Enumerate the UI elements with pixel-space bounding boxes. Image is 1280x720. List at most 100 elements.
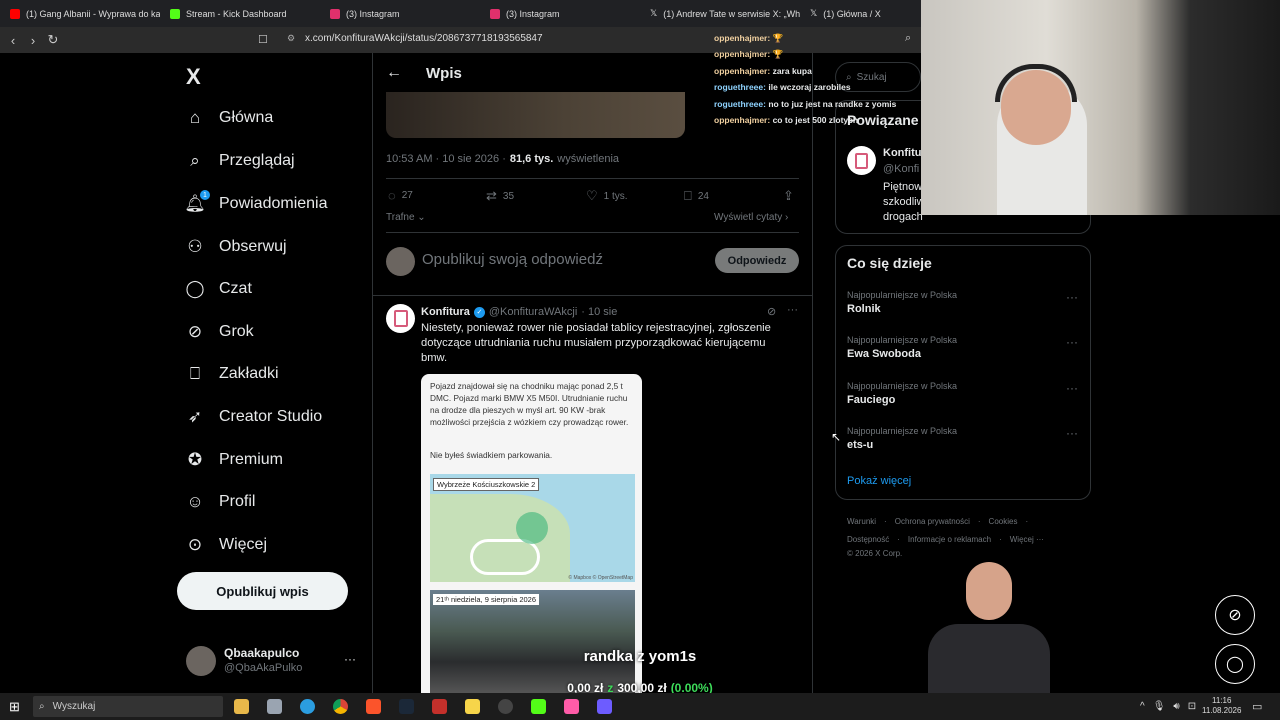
chat-text: 🏆 [772, 33, 784, 43]
chat-float-icon[interactable]: ◯ [1215, 644, 1255, 684]
footer-link[interactable]: Warunki [847, 517, 876, 526]
sort-dropdown[interactable]: Trafne ⌄ [386, 212, 426, 223]
trend-item[interactable]: Najpopularniejsze w Polska Rolnik [847, 290, 957, 315]
footer-link[interactable]: Ochrona prywatności [895, 517, 970, 526]
avatar[interactable] [386, 304, 415, 333]
chat-text: zara kupa [772, 65, 812, 76]
reply-action[interactable]: ◌ 27 [388, 188, 413, 203]
avatar[interactable] [186, 646, 216, 676]
forward-icon[interactable]: › [23, 33, 43, 48]
repost-action[interactable]: ⇄ 35 [486, 188, 514, 204]
app-icon[interactable] [465, 699, 480, 714]
account-menu-icon[interactable]: ··· [344, 652, 356, 666]
x-logo-icon: 𝕏 [650, 8, 658, 18]
tab-label: (3) Instagram [346, 8, 400, 19]
trend-item[interactable]: Najpopularniejsze w Polska Fauciego [847, 381, 957, 406]
chevron-up-icon[interactable]: ^ [1140, 701, 1145, 712]
related-name[interactable]: Konfitu [883, 147, 921, 159]
system-tray[interactable]: ^ 🎙︎ 🔊︎ ⊡ [1140, 701, 1196, 712]
browser-tab[interactable]: Stream - Kick Dashboard [160, 0, 320, 27]
post-meta: 10:53 AM · 10 sie 2026 · 81,6 tys. wyświ… [386, 153, 619, 165]
nav-label: Grok [219, 323, 254, 340]
show-more-link[interactable]: Pokaż więcej [847, 475, 911, 487]
nav-item-notifications[interactable]: 🔔︎ 1 Powiadomienia [184, 190, 328, 214]
chrome-icon[interactable] [333, 699, 348, 714]
app-icon[interactable] [597, 699, 612, 714]
browser-tab[interactable]: (3) Instagram [480, 0, 640, 27]
footer-links: Warunki · Ochrona prywatności · Cookies · [847, 517, 1028, 526]
reply-button[interactable]: Odpowiedz [715, 248, 799, 273]
site-info-icon[interactable]: ⚙ [287, 33, 295, 44]
chat-icon: ◯ [185, 279, 205, 298]
reload-icon[interactable]: ↻ [43, 32, 63, 48]
zoom-icon[interactable]: ⌕ [905, 32, 911, 45]
grok-float-icon[interactable]: ⊘ [1215, 595, 1255, 635]
trend-more-icon[interactable]: ··· [1066, 426, 1078, 440]
edge-icon[interactable] [300, 699, 315, 714]
nav-item-creator-studio[interactable]: ➶ Creator Studio [185, 407, 322, 427]
nav-item-explore[interactable]: ⌕ Przeglądaj [185, 151, 294, 171]
document-icon [393, 310, 408, 327]
app-icon[interactable] [564, 699, 579, 714]
browser-tab[interactable]: 𝕏 (1) Andrew Tate w serwisie X: „Why [640, 0, 800, 27]
brave-icon[interactable] [366, 699, 381, 714]
browser-tab[interactable]: (3) Instagram [320, 0, 480, 27]
trend-item[interactable]: Najpopularniejsze w Polska ets-u [847, 426, 957, 451]
kick-icon[interactable] [531, 699, 546, 714]
volume-icon[interactable]: 🔊︎ [1173, 701, 1179, 712]
more-options-icon[interactable]: ··· [787, 304, 798, 316]
nav-item-grok[interactable]: ⊘ Grok [185, 322, 254, 342]
nav-item-premium[interactable]: ✪ Premium [185, 450, 283, 470]
reply-input[interactable]: Opublikuj swoją odpowiedź [422, 251, 603, 268]
post-button[interactable]: Opublikuj wpis [177, 572, 348, 610]
post-image[interactable] [386, 92, 685, 138]
related-handle: @Konfi [883, 163, 920, 175]
trend-more-icon[interactable]: ··· [1066, 290, 1078, 304]
taskbar-search[interactable]: ⌕ Wyszukaj [33, 696, 223, 717]
app-icon[interactable] [432, 699, 447, 714]
nav-item-bookmarks[interactable]: ⎕ Zakładki [185, 364, 279, 384]
avatar[interactable] [847, 146, 876, 175]
nav-item-profile[interactable]: ☺ Profil [185, 492, 255, 512]
nav-item-home[interactable]: ⌂ Główna [185, 108, 273, 128]
bookmark-icon: ⎕ [189, 364, 201, 383]
browser-tab[interactable]: (1) Gang Albanii - Wyprawa do kas [0, 0, 160, 27]
street-photo: 21ᵗʰ niedziela, 9 sierpnia 2026 [430, 590, 635, 693]
bookmark-page-icon[interactable]: ☐ [258, 33, 268, 46]
trend-item[interactable]: Najpopularniejsze w Polska Ewa Swoboda [847, 335, 957, 360]
back-arrow-icon[interactable]: ← [386, 64, 402, 82]
document-text: Pojazd znajdował się na chodniku mając p… [430, 381, 629, 427]
footer-link[interactable]: Cookies [989, 517, 1018, 526]
nav-item-chat[interactable]: ◯ Czat [185, 279, 251, 299]
author-name[interactable]: Konfitura [421, 306, 470, 318]
clock-time: 11:16 [1212, 696, 1232, 705]
trend-more-icon[interactable]: ··· [1066, 335, 1078, 349]
tab-label: (1) Andrew Tate w serwisie X: „Why [663, 8, 800, 19]
footer-link[interactable]: Informacje o reklamach [908, 535, 991, 544]
windows-start-icon[interactable]: ⊞ [9, 699, 20, 715]
url-field[interactable]: x.com/KonfituraWAkcji/status/20867377181… [305, 33, 543, 44]
footer-link[interactable]: Więcej ··· [1010, 535, 1044, 544]
file-explorer-icon[interactable] [234, 699, 249, 714]
share-action[interactable]: ⇪ [783, 188, 794, 204]
trend-more-icon[interactable]: ··· [1066, 381, 1078, 395]
attached-image[interactable]: Pojazd znajdował się na chodniku mając p… [421, 374, 642, 693]
chat-message: roguethreee: no to juz jest na randke z … [714, 96, 896, 112]
steam-icon[interactable] [399, 699, 414, 714]
x-logo-icon[interactable]: X [186, 64, 201, 90]
instagram-icon [490, 8, 500, 19]
back-icon[interactable]: ‹ [3, 33, 23, 48]
network-icon[interactable]: ⊡ [1188, 701, 1196, 712]
obs-icon[interactable] [498, 699, 513, 714]
account-name: Qbaakapulco [224, 646, 300, 660]
footer-link[interactable]: Dostępność [847, 535, 889, 544]
grok-icon[interactable]: ⊘ [767, 305, 776, 318]
nav-item-follow[interactable]: ⚇ Obserwuj [185, 237, 286, 257]
app-icon[interactable] [267, 699, 282, 714]
nav-item-more[interactable]: ⊙ Więcej [185, 535, 267, 555]
bookmark-action[interactable]: ⎕ 24 [684, 188, 709, 204]
like-action[interactable]: ♡ 1 tys. [586, 188, 628, 204]
notifications-icon[interactable]: ▭ [1252, 700, 1262, 713]
view-quotes-link[interactable]: Wyświetl cytaty › [714, 212, 788, 223]
clock[interactable]: 11:16 11.08.2026 [1202, 696, 1241, 716]
